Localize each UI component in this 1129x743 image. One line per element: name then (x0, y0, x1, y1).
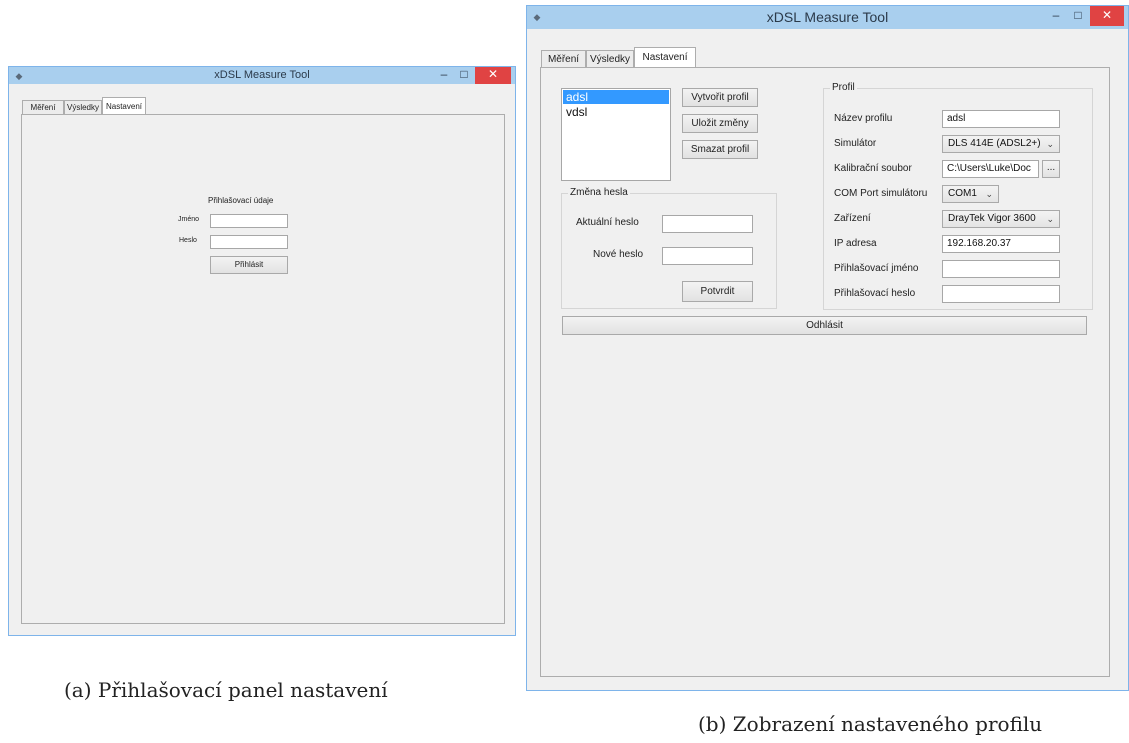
delete-profile-button[interactable]: Smazat profil (682, 140, 758, 159)
browse-button[interactable]: ... (1042, 160, 1060, 178)
login-name-label: Přihlašovací jméno (834, 263, 919, 274)
tab-panel: adsl vdsl Vytvořit profil Uložit změny S… (540, 67, 1110, 677)
profile-list[interactable]: adsl vdsl (561, 88, 671, 181)
tab-mereni[interactable]: Měření (541, 50, 586, 68)
create-profile-button[interactable]: Vytvořit profil (682, 88, 758, 107)
current-password-input[interactable] (662, 215, 753, 233)
tab-mereni[interactable]: Měření (22, 100, 64, 115)
minimize-button[interactable]: – (435, 67, 453, 84)
profile-group-title: Profil (830, 82, 857, 93)
app-icon: ◆ (533, 12, 541, 22)
list-item[interactable]: adsl (563, 90, 669, 104)
window-title: xDSL Measure Tool (766, 9, 889, 25)
tab-nastaveni[interactable]: Nastavení (634, 47, 696, 68)
com-port-select[interactable]: COM1 ⌄ (942, 185, 999, 203)
ip-address-label: IP adresa (834, 238, 877, 249)
confirm-button[interactable]: Potvrdit (682, 281, 753, 302)
ip-address-input[interactable]: 192.168.20.37 (942, 235, 1060, 253)
password-change-title: Změna hesla (568, 187, 630, 198)
chevron-down-icon: ⌄ (1046, 139, 1054, 149)
window-title: xDSL Measure Tool (214, 69, 310, 81)
simulator-select[interactable]: DLS 414E (ADSL2+) ⌄ (942, 135, 1060, 153)
tab-vysledky[interactable]: Výsledky (64, 100, 102, 115)
profile-group: Profil Název profilu adsl Simulátor DLS … (823, 82, 1093, 310)
login-name-input[interactable] (942, 260, 1060, 278)
name-input[interactable] (210, 214, 288, 228)
device-label: Zařízení (834, 213, 871, 224)
title-bar: ◆ xDSL Measure Tool – □ ✕ (527, 6, 1128, 29)
profile-name-input[interactable]: adsl (942, 110, 1060, 128)
tab-panel: Přihlašovací údaje Jméno Heslo Přihlásit (21, 114, 505, 624)
new-password-label: Nové heslo (593, 249, 644, 260)
app-icon: ◆ (15, 71, 23, 81)
simulator-label: Simulátor (834, 138, 877, 149)
new-password-input[interactable] (662, 247, 753, 265)
com-port-label: COM Port simulátoru (834, 188, 928, 199)
password-label: Heslo (179, 237, 197, 244)
chevron-down-icon: ⌄ (1046, 214, 1054, 224)
calibration-input[interactable]: C:\Users\Luke\Doc (942, 160, 1039, 178)
logout-button[interactable]: Odhlásit (562, 316, 1087, 335)
tab-nastaveni[interactable]: Nastavení (102, 97, 146, 115)
close-button[interactable]: ✕ (1090, 6, 1124, 26)
caption-b: (b) Zobrazení nastaveného profilu (698, 712, 1043, 736)
profile-name-label: Název profilu (834, 113, 893, 124)
maximize-button[interactable]: □ (1068, 6, 1088, 26)
maximize-button[interactable]: □ (455, 67, 473, 84)
chevron-down-icon: ⌄ (985, 189, 993, 199)
caption-a: (a) Přihlašovací panel nastavení (64, 678, 388, 702)
current-password-label: Aktuální heslo (576, 217, 639, 228)
com-port-value: COM1 (948, 188, 977, 199)
list-item[interactable]: vdsl (563, 105, 669, 119)
login-password-label: Přihlašovací heslo (834, 288, 916, 299)
window-profile-settings: ◆ xDSL Measure Tool – □ ✕ Měření Výsledk… (526, 5, 1129, 691)
close-button[interactable]: ✕ (475, 67, 511, 84)
simulator-value: DLS 414E (ADSL2+) (948, 138, 1041, 149)
login-password-input[interactable] (942, 285, 1060, 303)
login-heading: Přihlašovací údaje (208, 196, 274, 205)
device-select[interactable]: DrayTek Vigor 3600 ⌄ (942, 210, 1060, 228)
name-label: Jméno (178, 216, 200, 223)
tab-vysledky[interactable]: Výsledky (586, 50, 634, 68)
calibration-label: Kalibrační soubor (834, 163, 912, 174)
password-change-group: Změna hesla Aktuální heslo Nové heslo Po… (561, 187, 777, 309)
save-changes-button[interactable]: Uložit změny (682, 114, 758, 133)
title-bar: ◆ xDSL Measure Tool – □ ✕ (9, 67, 515, 84)
minimize-button[interactable]: – (1046, 6, 1066, 26)
device-value: DrayTek Vigor 3600 (948, 213, 1036, 224)
password-input[interactable] (210, 235, 288, 249)
window-login-settings: ◆ xDSL Measure Tool – □ ✕ Měření Výsledk… (8, 66, 516, 636)
login-button[interactable]: Přihlásit (210, 256, 288, 274)
